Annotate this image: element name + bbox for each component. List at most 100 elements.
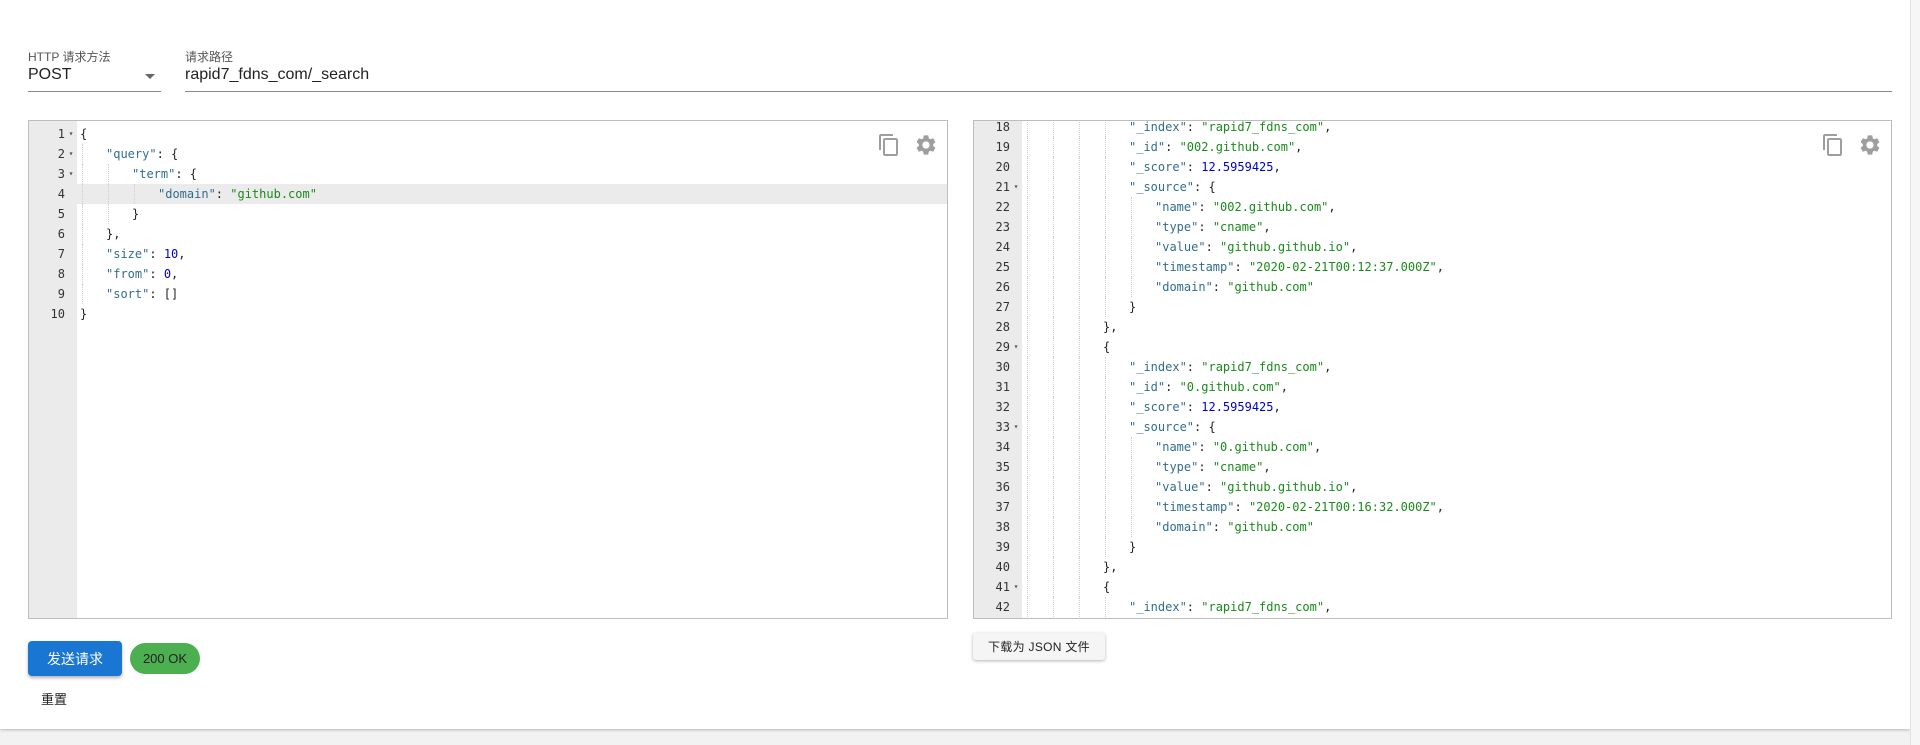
- indent-guide: [1131, 437, 1132, 457]
- code-token: "rapid7_fdns_com": [1201, 120, 1325, 134]
- code-text: "_index": "rapid7_fdns_com",: [1129, 597, 1331, 617]
- indent-guide: [1079, 317, 1080, 337]
- code-token: "domain": [1155, 280, 1213, 294]
- code-token: "_index": [1129, 120, 1187, 134]
- code-line: 25 "timestamp": "2020-02-21T00:12:37.000Z…: [974, 257, 1891, 277]
- code-line: 34 "name": "0.github.com",: [974, 437, 1891, 457]
- indent-guide: [1053, 437, 1054, 457]
- fold-toggle-icon[interactable]: ▾: [1012, 417, 1020, 437]
- code-token: "_score": [1129, 400, 1187, 414]
- indent-guide: [82, 244, 83, 264]
- code-token: ,: [1350, 240, 1358, 254]
- code-token: :: [149, 247, 164, 261]
- code-token: "from": [106, 267, 150, 281]
- code-token: "timestamp": [1155, 260, 1235, 274]
- fold-toggle-icon[interactable]: ▾: [1012, 337, 1020, 357]
- code-token: ,: [1273, 400, 1281, 414]
- code-token: },: [106, 227, 121, 241]
- code-text: "_score": 12.5959425,: [1129, 397, 1281, 417]
- method-select[interactable]: POST: [28, 66, 161, 92]
- line-number: 26: [995, 280, 1010, 294]
- send-request-button[interactable]: 发送请求: [28, 641, 122, 676]
- code-line: 28},: [974, 317, 1891, 337]
- code-token: "_source": [1129, 180, 1195, 194]
- code-token: "2020-02-21T00:12:37.000Z": [1248, 260, 1437, 274]
- fold-toggle-icon[interactable]: ▾: [67, 124, 75, 144]
- query-editor[interactable]: 1 ▾{2 ▾ "query": {3 ▾ "term": {4 "domain": "gi…: [28, 120, 948, 619]
- code-text: {: [1103, 577, 1110, 597]
- line-number: 39: [995, 540, 1010, 554]
- fold-toggle-icon[interactable]: ▾: [1012, 177, 1020, 197]
- code-line: 32 "_score": 12.5959425,: [974, 397, 1891, 417]
- request-panel: HTTP 请求方法 POST 请求路径 1▾{2▾"query": {3▾"te…: [0, 0, 1910, 729]
- indent-guide: [1105, 177, 1106, 197]
- line-number: 27: [995, 300, 1010, 314]
- line-number: 38: [995, 520, 1010, 534]
- fold-toggle-icon[interactable]: ▾: [67, 144, 75, 164]
- code-text: "_id": "0.github.com",: [1129, 377, 1288, 397]
- code-text: }: [80, 304, 87, 324]
- indent-guide: [1027, 357, 1028, 377]
- method-value: POST: [28, 66, 72, 83]
- indent-guide: [1105, 257, 1106, 277]
- code-text: "_score": 12.5959425,: [1129, 157, 1281, 177]
- fold-toggle-icon[interactable]: ▾: [67, 164, 75, 184]
- line-number: 25: [995, 260, 1010, 274]
- code-token: "type": [1155, 220, 1199, 234]
- indent-guide: [1079, 137, 1080, 157]
- copy-icon[interactable]: [877, 133, 901, 157]
- code-token: "type": [1155, 460, 1199, 474]
- indent-guide: [1079, 557, 1080, 577]
- code-token: "domain": [158, 187, 216, 201]
- code-token: "cname": [1212, 220, 1264, 234]
- indent-guide: [1027, 597, 1028, 617]
- reset-button[interactable]: 重置: [28, 685, 80, 711]
- indent-guide: [1079, 177, 1080, 197]
- line-number: 31: [995, 380, 1010, 394]
- indent-guide: [1079, 437, 1080, 457]
- copy-icon[interactable]: [1821, 133, 1845, 157]
- line-number: 30: [995, 360, 1010, 374]
- code-token: :: [1186, 120, 1202, 134]
- path-input[interactable]: [185, 66, 1892, 84]
- code-token: }: [1129, 300, 1137, 314]
- response-viewer[interactable]: 18 "_index": "rapid7_fdns_com", 19 "_id": "…: [973, 120, 1892, 619]
- code-token: "sort": [106, 287, 150, 301]
- indent-guide: [1105, 477, 1106, 497]
- indent-guide: [82, 264, 83, 284]
- code-text: "sort": []: [106, 284, 178, 304]
- code-token: :: [149, 267, 164, 281]
- indent-guide: [1053, 277, 1054, 297]
- indent-guide: [82, 144, 83, 164]
- indent-guide: [1131, 497, 1132, 517]
- code-text: "_source": {: [1129, 417, 1216, 437]
- indent-guide: [1027, 477, 1028, 497]
- code-token: : []: [149, 287, 179, 301]
- gear-icon[interactable]: [914, 133, 938, 157]
- line-number: 2: [57, 147, 65, 161]
- code-token: :: [1198, 200, 1213, 214]
- code-token: ,: [1436, 500, 1445, 514]
- indent-guide: [82, 224, 83, 244]
- code-token: "domain": [1155, 520, 1213, 534]
- download-json-button[interactable]: 下载为 JSON 文件: [973, 633, 1105, 660]
- indent-guide: [1027, 121, 1028, 137]
- code-token: }: [132, 207, 140, 221]
- code-token: : {: [175, 167, 198, 181]
- line-number: 21: [995, 180, 1010, 194]
- indent-guide: [1027, 577, 1028, 597]
- indent-guide: [82, 164, 83, 184]
- indent-guide: [1027, 137, 1028, 157]
- code-token: ,: [1328, 200, 1336, 214]
- fold-toggle-icon[interactable]: ▾: [1012, 577, 1020, 597]
- code-text: "from": 0,: [106, 264, 178, 284]
- code-line: 22 "name": "002.github.com",: [974, 197, 1891, 217]
- page-scrollbar[interactable]: [1910, 0, 1920, 745]
- indent-guide: [1027, 457, 1028, 477]
- indent-guide: [82, 184, 83, 204]
- line-number: 1: [57, 127, 65, 141]
- code-line: 9 "sort": []: [29, 284, 947, 304]
- indent-guide: [1053, 497, 1054, 517]
- indent-guide: [1105, 217, 1106, 237]
- gear-icon[interactable]: [1858, 133, 1882, 157]
